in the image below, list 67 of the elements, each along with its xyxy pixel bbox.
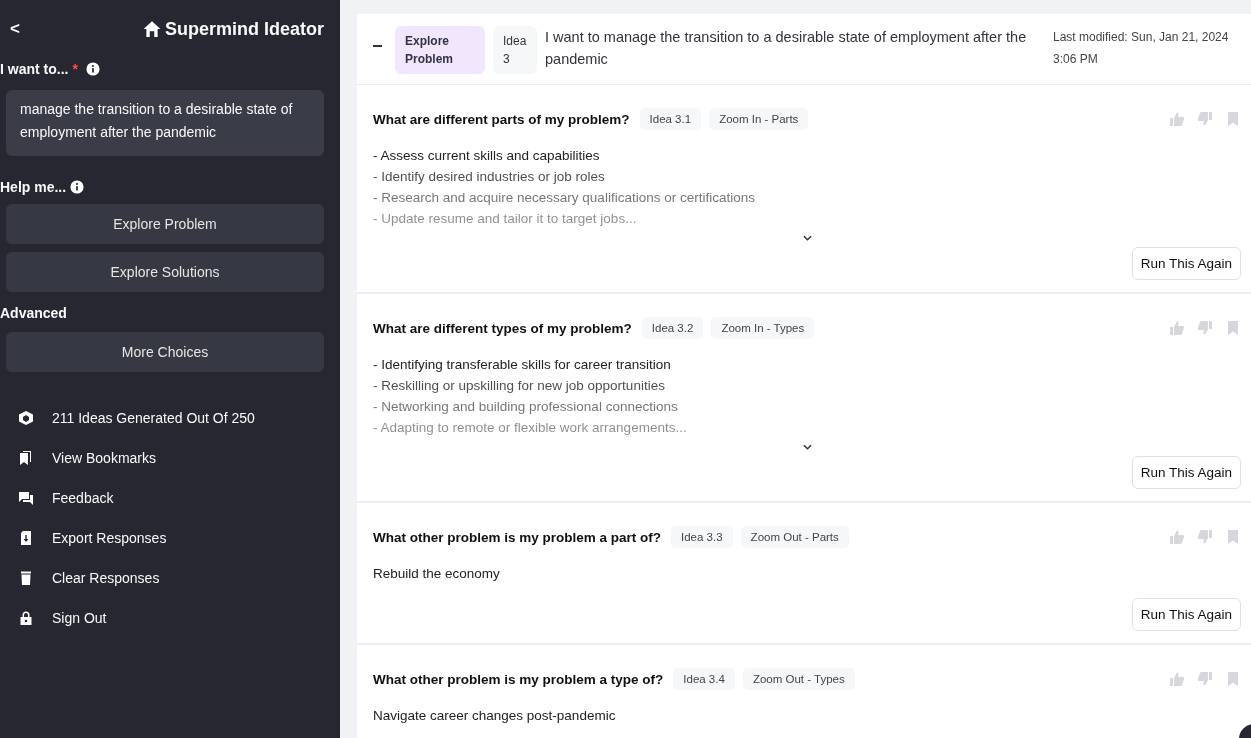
info-icon	[70, 180, 85, 194]
bookmark-icon[interactable]	[1225, 671, 1241, 687]
category-tag: Explore Problem	[395, 26, 485, 74]
home-icon	[142, 20, 161, 38]
question: What are different types of my problem?	[373, 320, 632, 336]
thumbs-down-icon[interactable]	[1197, 671, 1213, 687]
question: What are different parts of my problem?	[373, 111, 630, 127]
move-tag: Zoom Out - Parts	[740, 526, 849, 548]
sidebar-button[interactable]: Explore Solutions	[6, 252, 324, 292]
lock-icon	[18, 610, 34, 626]
move-tag: Zoom In - Types	[711, 317, 815, 339]
idea-tag: Idea 3.1	[639, 108, 702, 130]
expand-icon[interactable]	[802, 235, 812, 241]
idea-text: - Research and acquire necessary qualifications or certifications	[373, 189, 756, 207]
modified-date: Last modified: Sun, Jan 21, 2024 3:06 PM	[1053, 29, 1230, 68]
menu-item[interactable]: Clear Responses	[52, 570, 160, 586]
back-button[interactable]: <	[10, 19, 20, 39]
idea-text: - Networking and building professional connections	[373, 398, 679, 416]
menu-item[interactable]: View Bookmarks	[52, 450, 156, 466]
run-again-button[interactable]: Run This Again	[1131, 456, 1241, 489]
idea-text: - Identifying transferable skills for career transition	[373, 356, 672, 374]
bookmark-icon[interactable]	[1225, 529, 1241, 545]
idea-text: - Update resume and tailor it to target jobs...	[373, 210, 638, 228]
app-title: Supermind Ideator	[164, 18, 324, 40]
idea-tag: Idea 3.4	[673, 668, 735, 690]
idea-text: Rebuild the economy	[373, 565, 501, 583]
idea-text: - Assess current skills and capabilities	[373, 147, 601, 165]
required-mark: *	[72, 61, 78, 77]
question: What other problem is my problem a part of?	[373, 529, 662, 545]
section-label: Help me...	[0, 179, 67, 195]
thumbs-up-icon[interactable]	[1169, 529, 1185, 545]
idea-text: - Adapting to remote or flexible work arrangements...	[373, 419, 688, 437]
bookmark-icon[interactable]	[1225, 320, 1241, 336]
idea-text: - Identify desired industries or job roles	[373, 168, 606, 186]
field-label: I want to...	[0, 61, 69, 77]
run-again-button[interactable]: Run This Again	[1131, 247, 1241, 280]
goal-input-field[interactable]: manage the transition to a desirable state of employment after the pandemic	[6, 90, 324, 156]
idea-label: Idea 3	[493, 26, 537, 74]
thumbs-up-icon[interactable]	[1169, 320, 1185, 336]
menu-item[interactable]: Feedback	[52, 490, 114, 506]
bookmarks-icon	[18, 450, 34, 466]
menu-item[interactable]: Export Responses	[52, 530, 167, 546]
expand-icon[interactable]	[802, 444, 812, 450]
move-tag: Zoom Out - Types	[742, 668, 855, 690]
thumbs-down-icon[interactable]	[1197, 320, 1213, 336]
move-tag: Zoom In - Parts	[709, 108, 809, 130]
idea-text: - Reskilling or upskilling for new job opportunities	[373, 377, 666, 395]
thumbs-up-icon[interactable]	[1169, 111, 1185, 127]
run-again-button[interactable]: Run This Again	[1131, 598, 1241, 631]
menu-item[interactable]: Sign Out	[52, 610, 107, 626]
chat-icon	[18, 490, 34, 506]
thumbs-up-icon[interactable]	[1169, 671, 1185, 687]
idea-tag: Idea 3.3	[671, 526, 733, 548]
idea-text: Navigate career changes post-pandemic	[373, 707, 617, 725]
trash-icon	[18, 570, 34, 586]
idea-tag: Idea 3.2	[641, 317, 704, 339]
thumbs-down-icon[interactable]	[1197, 111, 1213, 127]
menu-item[interactable]: 211 Ideas Generated Out Of 250	[52, 410, 255, 426]
sidebar-button[interactable]: Explore Problem	[6, 204, 324, 244]
section-label: Advanced	[0, 305, 67, 321]
thumbs-down-icon[interactable]	[1197, 529, 1213, 545]
sidebar-button[interactable]: More Choices	[6, 332, 324, 372]
question: What other problem is my problem a type of?	[373, 671, 664, 687]
bookmark-icon[interactable]	[1225, 111, 1241, 127]
info-icon	[85, 62, 100, 76]
download-file-icon	[18, 530, 34, 546]
problem-statement: I want to manage the transition to a desirable state of employment after the pandemic	[545, 28, 1028, 69]
